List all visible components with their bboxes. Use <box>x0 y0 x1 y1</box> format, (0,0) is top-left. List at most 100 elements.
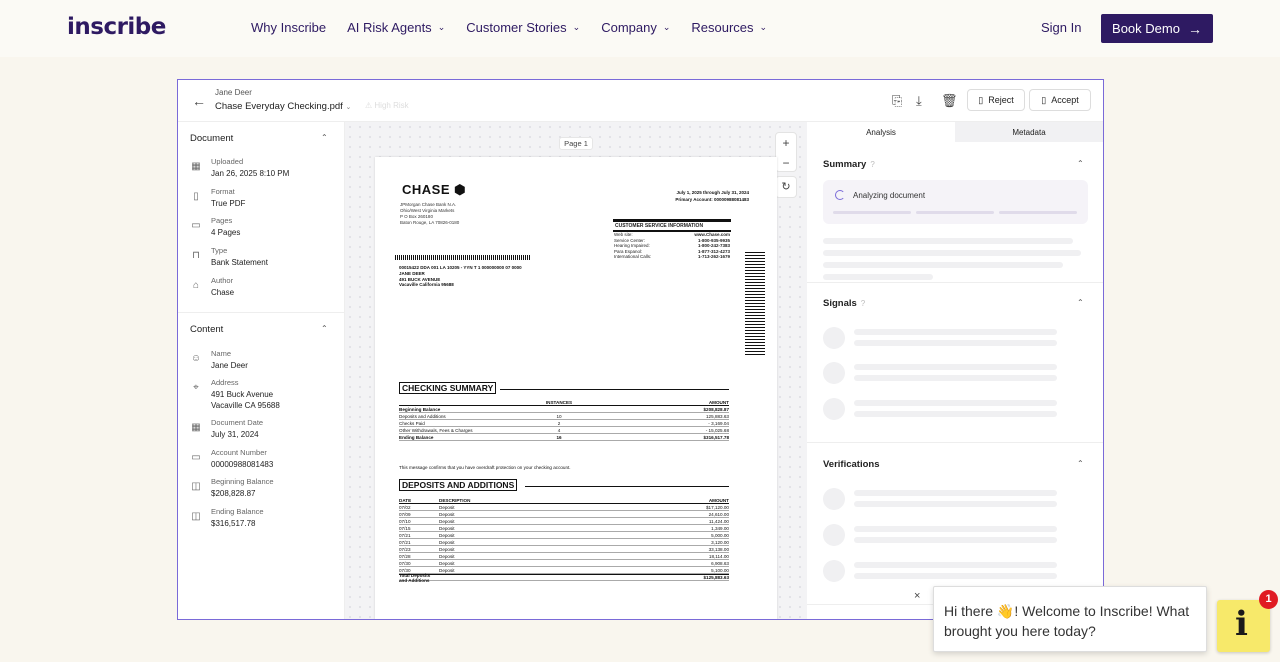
table-cell: 10 <box>556 413 562 419</box>
help-icon[interactable]: ? <box>861 299 865 308</box>
table-cell: $125,883.63 <box>703 575 729 580</box>
field-value: Bank Statement <box>211 258 268 267</box>
table-cell: Total Deposits and Additions <box>399 572 431 583</box>
reject-button[interactable]: ▯ Reject <box>967 89 1025 111</box>
field-value: Jan 26, 2025 8:10 PM <box>211 169 290 178</box>
download-icon[interactable]: ⤓ <box>916 93 922 109</box>
main-nav: Why Inscribe AI Risk Agents ⌄ Customer St… <box>251 20 788 35</box>
file-x-icon: ▯ <box>978 94 984 105</box>
document-viewer[interactable]: Page 1 + − ↻ CHASE ⬢ JPMorgan Chase Bank … <box>345 122 807 619</box>
tab-metadata[interactable]: Metadata <box>955 122 1103 142</box>
table-row: 07/21 Deposit 5,000.00 <box>399 532 729 539</box>
table-row: INSTANCES AMOUNT <box>399 399 729 406</box>
placeholder-line <box>823 274 933 280</box>
field-value: $316,517.78 <box>211 519 256 528</box>
tab-analysis[interactable]: Analysis <box>807 122 955 142</box>
help-icon[interactable]: ? <box>870 160 874 169</box>
rotate-icon[interactable]: ↻ <box>775 176 797 198</box>
table-cell: - 15,025.68 <box>705 427 729 433</box>
nav-label: AI Risk Agents <box>347 20 432 35</box>
close-icon[interactable]: × <box>914 590 920 602</box>
book-demo-label: Book Demo <box>1112 21 1180 36</box>
signals-title: Signals? <box>823 298 865 309</box>
table-cell: Deposit <box>439 539 455 545</box>
statement-period: July 1, 2025 through July 31, 2024 Primar… <box>613 189 749 203</box>
zoom-out-icon[interactable]: − <box>776 153 796 173</box>
customer-service-box: CUSTOMER SERVICE INFORMATION Web site: ww… <box>613 219 731 260</box>
bank-address: JPMorgan Chase Bank N.A. Ohio/West Virgi… <box>400 202 460 225</box>
sign-in-link[interactable]: Sign In <box>1041 20 1081 35</box>
chevron-up-icon[interactable]: ⌃ <box>321 324 328 333</box>
table-row: 07/02 Deposit $17,120.00 <box>399 504 729 511</box>
divider <box>807 442 1103 443</box>
placeholder-line <box>823 238 1073 244</box>
chevron-up-icon[interactable]: ⌃ <box>1077 459 1084 468</box>
placeholder-line <box>854 411 1057 417</box>
nav-label: Customer Stories <box>466 20 567 35</box>
rule-line <box>525 486 729 487</box>
reject-label: Reject <box>988 95 1014 105</box>
chevron-up-icon[interactable]: ⌃ <box>1077 159 1084 168</box>
chat-launcher-button[interactable]: i <box>1217 600 1270 652</box>
table-cell: 07/30 <box>399 560 411 566</box>
document-topbar: ← Jane Deer Chase Everyday Checking.pdf … <box>178 80 1103 122</box>
zoom-in-icon[interactable]: + <box>776 133 796 153</box>
chevron-up-icon[interactable]: ⌃ <box>1077 298 1084 307</box>
field-value: 4 Pages <box>211 228 241 237</box>
field-value: $208,828.87 <box>211 489 256 498</box>
placeholder-avatar <box>823 560 845 582</box>
risk-badge: ⚠ High Risk <box>365 101 409 110</box>
table-row: 07/23 Deposit 33,138.00 <box>399 546 729 553</box>
table-row: 07/30 Deposit 5,100.00 <box>399 567 729 574</box>
vertical-barcode <box>745 252 765 356</box>
back-arrow-icon[interactable]: ← <box>192 93 206 109</box>
table-row: DATE DESCRIPTION AMOUNT <box>399 497 729 504</box>
chevron-up-icon[interactable]: ⌃ <box>321 133 328 142</box>
nav-label: Resources <box>691 20 754 35</box>
accept-button[interactable]: ▯ Accept <box>1029 89 1091 111</box>
chevron-down-icon: ⌄ <box>437 22 446 32</box>
table-cell: Deposit <box>439 546 455 552</box>
summary-table: INSTANCES AMOUNT Beginning Balance $208,828… <box>399 399 729 441</box>
summary-title: Summary? <box>823 159 875 170</box>
nav-customer-stories[interactable]: Customer Stories ⌄ <box>466 20 580 35</box>
divider <box>178 312 345 313</box>
field-label: Address <box>211 378 239 387</box>
zoom-controls: + − <box>775 132 797 172</box>
nav-ai-risk-agents[interactable]: AI Risk Agents ⌄ <box>347 20 445 35</box>
table-cell: Ending Balance <box>399 434 434 440</box>
table-cell: $316,517.78 <box>703 434 729 440</box>
analysis-tabs: Analysis Metadata <box>807 122 1103 142</box>
book-demo-button[interactable]: Book Demo → <box>1101 14 1213 43</box>
placeholder-line <box>823 250 1081 256</box>
placeholder-line <box>854 537 1057 543</box>
file-name-dropdown[interactable]: Chase Everyday Checking.pdf ⌄ <box>215 101 351 112</box>
table-cell: 5,000.00 <box>711 532 729 538</box>
field-value: 491 Buck Avenue <box>211 390 274 399</box>
table-row: 07/28 Deposit 18,114.00 <box>399 553 729 560</box>
nav-resources[interactable]: Resources ⌄ <box>691 20 767 35</box>
placeholder-line <box>854 562 1057 568</box>
details-panel: Document ⌃ ▦ Uploaded Jan 26, 2025 8:10 PM… <box>178 122 345 619</box>
placeholder-line <box>854 375 1057 381</box>
table-cell: 07/09 <box>399 511 411 517</box>
inscribe-logo[interactable]: inscribe <box>67 14 166 40</box>
analyzing-label: Analyzing document <box>853 191 926 200</box>
table-cell: $208,828.87 <box>703 406 729 412</box>
field-value: 00000988081483 <box>211 460 274 469</box>
deposits-title: DEPOSITS AND ADDITIONS <box>399 479 518 491</box>
placeholder-line <box>854 490 1057 496</box>
placeholder-line <box>854 526 1057 532</box>
table-cell: Deposit <box>439 518 455 524</box>
compare-file-icon[interactable]: ⎘ <box>892 93 902 109</box>
field-label: Pages <box>211 216 233 225</box>
chat-message: Hi there 👋! Welcome to Inscribe! What br… <box>944 603 1190 639</box>
chat-popup[interactable]: Hi there 👋! Welcome to Inscribe! What br… <box>933 586 1207 652</box>
trash-icon[interactable]: 🗑 <box>941 93 958 109</box>
page-indicator: Page 1 <box>559 137 593 150</box>
document-owner: Jane Deer <box>215 88 252 97</box>
nav-why-inscribe[interactable]: Why Inscribe <box>251 20 326 35</box>
pin-icon: ⌖ <box>193 382 199 393</box>
table-row: Other Withdrawals, Fees & Charges 4 - 15,0… <box>399 427 729 434</box>
nav-company[interactable]: Company ⌄ <box>601 20 670 35</box>
